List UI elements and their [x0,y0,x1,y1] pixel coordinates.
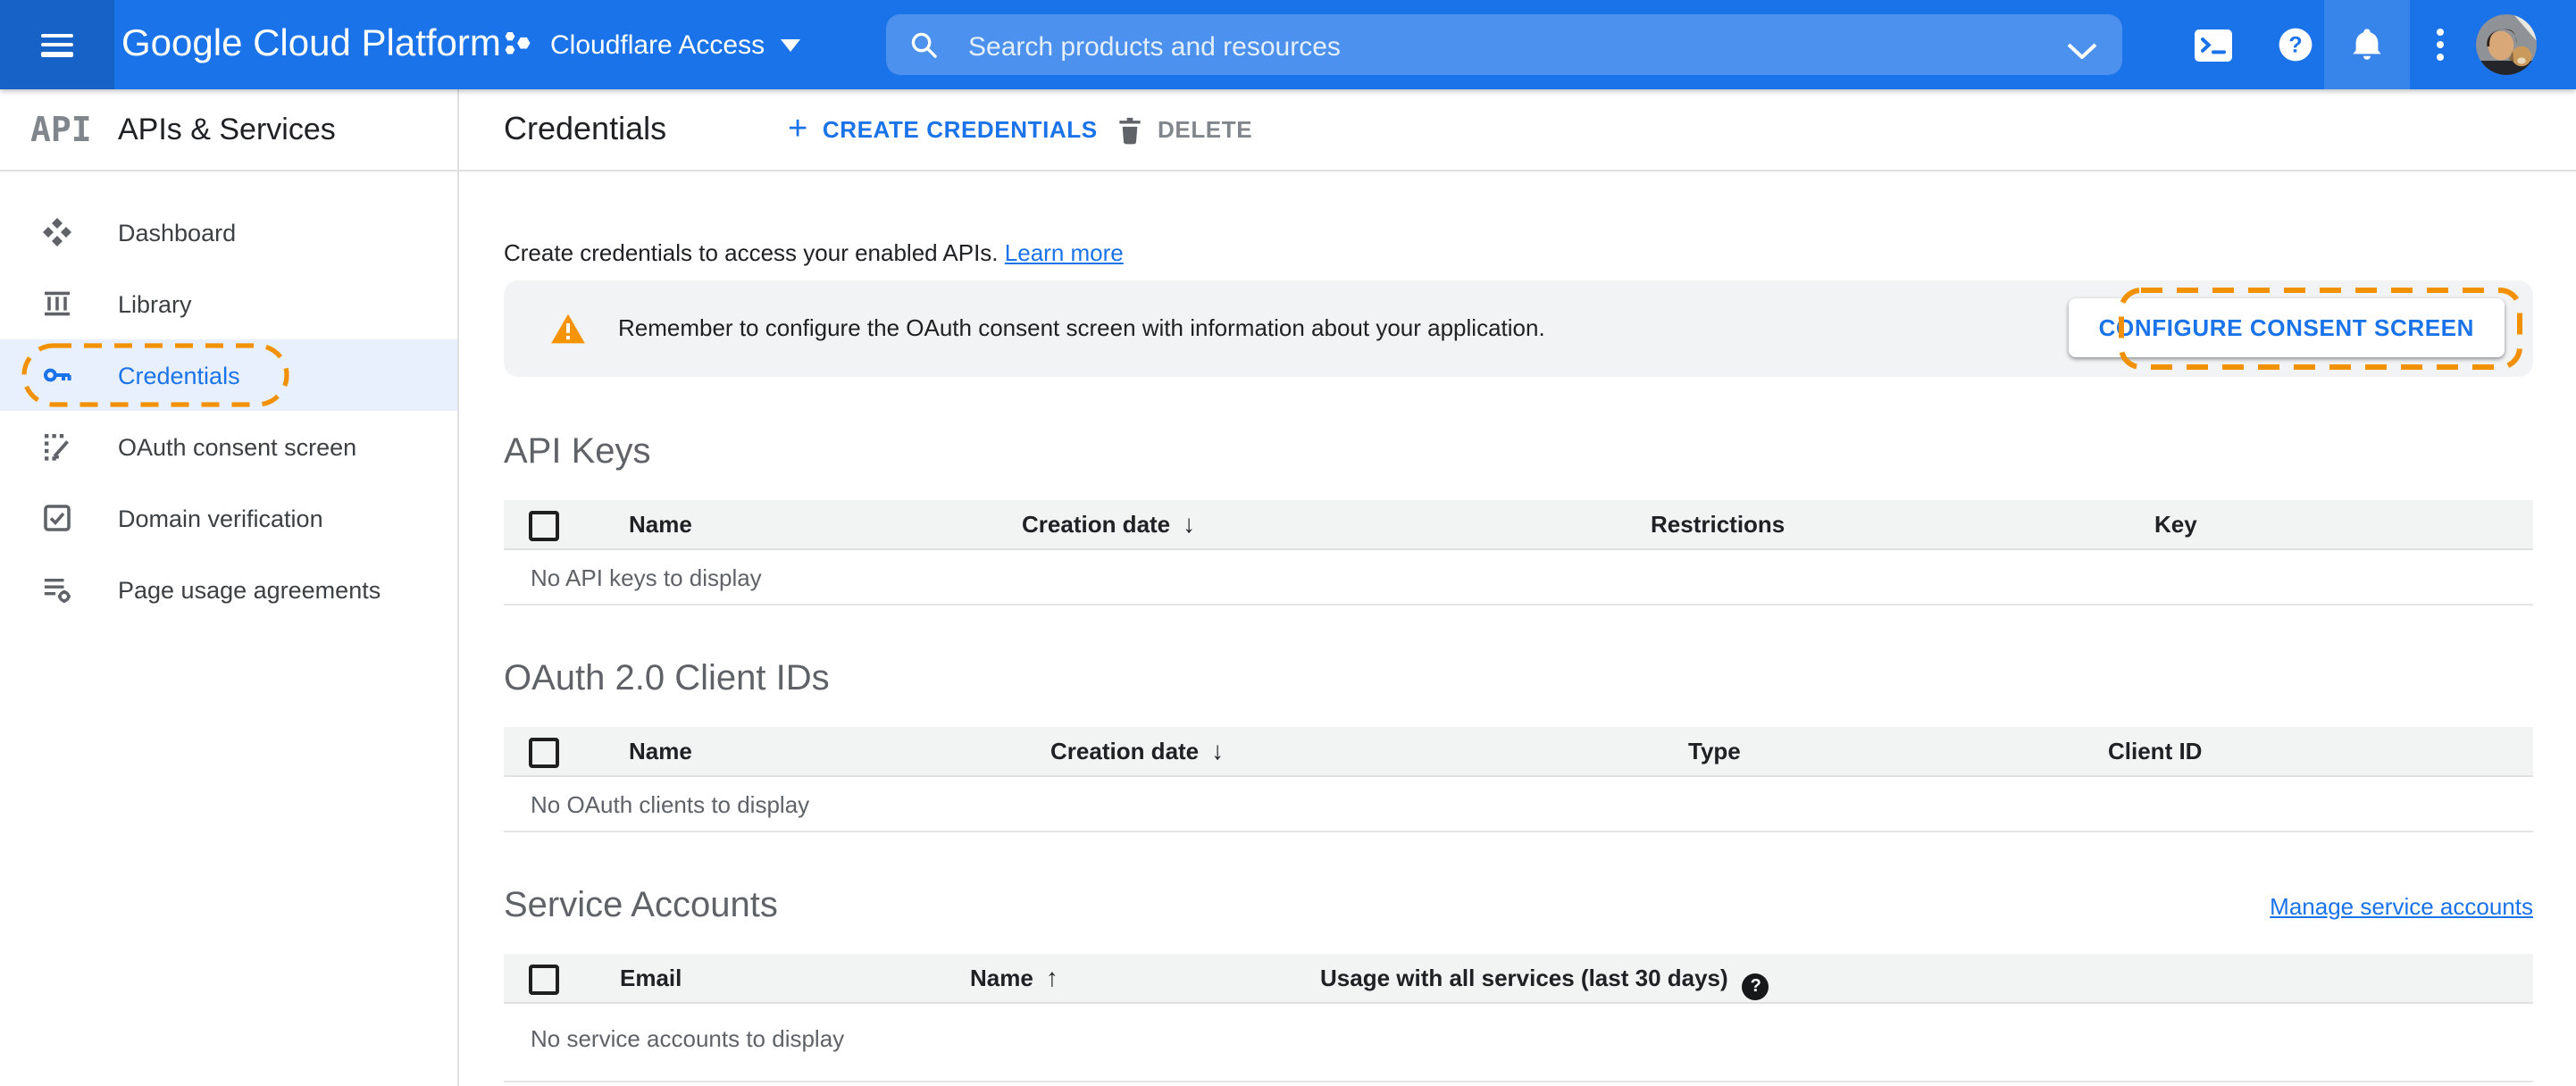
project-name: Cloudflare Access [550,29,765,60]
create-credentials-label: CREATE CREDENTIALS [822,116,1098,143]
library-icon [45,291,70,316]
app-bar: Google Cloud Platform Cloudflare Access [0,0,2576,89]
sort-descending-icon: ↓ [1183,509,1196,538]
sidebar-item-label: OAuth consent screen [118,433,357,460]
search-input[interactable] [965,14,2008,79]
service-accounts-section-header: Service Accounts Manage service accounts [504,884,2533,927]
sidebar-item-label: Credentials [118,362,240,388]
column-header-restrictions[interactable]: Restrictions [1651,500,1785,548]
oauth-clients-table-header: Name Creation date ↓ Type Client ID [504,727,2533,777]
configure-consent-screen-button[interactable]: CONFIGURE CONSENT SCREEN [2068,298,2505,357]
service-accounts-title: Service Accounts [504,886,778,925]
notifications-button[interactable] [2324,0,2410,89]
column-header-name[interactable]: Name ↑ [970,954,1058,1002]
oauth-clients-empty-message: No OAuth clients to display [504,777,2533,832]
column-header-creation-date[interactable]: Creation date ↓ [1050,727,1224,775]
sidebar-item-label: Dashboard [118,219,237,246]
key-icon [43,368,71,382]
avatar-photo [2476,14,2537,75]
learn-more-link[interactable]: Learn more [1005,239,1124,266]
page-content: Create credentials to access your enable… [459,239,2576,1082]
sidebar-item-dashboard[interactable]: Dashboard [0,196,457,268]
create-credentials-button[interactable]: + CREATE CREDENTIALS [777,89,1108,170]
notification-bell-icon [2353,29,2381,60]
select-all-checkbox[interactable] [529,965,559,995]
column-header-type[interactable]: Type [1688,727,1741,775]
usage-help-icon[interactable]: ? [1742,973,1769,1000]
select-all-checkbox[interactable] [529,738,559,768]
chevron-down-icon [2067,43,2097,60]
dashboard-icon [43,218,71,246]
svg-text:?: ? [2288,32,2302,57]
sidebar-header: API APIs & Services [0,89,457,171]
delete-button[interactable]: DELETE [1106,89,1263,170]
account-avatar[interactable] [2476,14,2537,75]
column-header-name[interactable]: Name [629,727,692,775]
page-description: Create credentials to access your enable… [504,239,2533,268]
project-dropdown-arrow-icon [781,38,801,51]
cloud-shell-button[interactable] [2172,0,2254,89]
search-expand-button[interactable] [2067,38,2097,64]
sidebar: API APIs & Services Dashboard Library Cr… [0,89,459,1086]
description-text: Create credentials to access your enable… [504,239,999,266]
column-header-key[interactable]: Key [2154,500,2197,548]
search-icon [911,32,937,58]
sidebar-nav: Dashboard Library Credentials OAuth cons… [0,171,457,625]
help-icon: ? [2279,28,2313,62]
api-keys-title: API Keys [504,432,651,472]
column-header-name[interactable]: Name [629,500,692,548]
oauth-clients-title: OAuth 2.0 Client IDs [504,659,830,698]
sidebar-item-library[interactable]: Library [0,268,457,339]
api-keys-table-header: Name Creation date ↓ Restrictions Key [504,500,2533,550]
column-header-email[interactable]: Email [620,954,682,1002]
manage-service-accounts-link[interactable]: Manage service accounts [2270,892,2533,919]
service-accounts-empty-message: No service accounts to display [504,1004,2533,1082]
sidebar-item-label: Domain verification [118,505,323,531]
delete-label: DELETE [1158,116,1253,143]
column-header-usage[interactable]: Usage with all services (last 30 days)? [1320,954,1769,1002]
api-keys-empty-message: No API keys to display [504,550,2533,606]
select-all-checkbox[interactable] [529,511,559,541]
apis-services-icon: API [30,110,92,149]
gcp-logo[interactable]: Google Cloud Platform [121,0,501,89]
column-header-client-id[interactable]: Client ID [2108,727,2202,775]
sidebar-item-oauth-consent-screen[interactable]: OAuth consent screen [0,411,457,482]
project-selector[interactable]: Cloudflare Access [502,0,801,89]
sidebar-item-label: Library [118,290,192,317]
banner-message: Remember to configure the OAuth consent … [618,314,1545,341]
more-options-button[interactable] [2399,0,2481,89]
project-hexagons-icon [505,31,531,54]
main-panel: Credentials + CREATE CREDENTIALS DELETE … [459,89,2576,1086]
sort-descending-icon: ↓ [1211,736,1225,764]
sidebar-title: APIs & Services [118,112,336,146]
sidebar-item-label: Page usage agreements [118,576,381,603]
page-usage-icon [44,578,71,603]
domain-verification-icon [44,505,71,531]
page-title: Credentials [504,111,667,146]
hamburger-icon [41,33,73,56]
trash-icon [1119,116,1141,144]
consent-warning-banner: Remember to configure the OAuth consent … [504,280,2533,377]
plus-icon: + [788,111,808,148]
api-keys-section-header: API Keys [504,430,2533,473]
sidebar-item-domain-verification[interactable]: Domain verification [0,482,457,554]
sort-ascending-icon: ↑ [1045,963,1058,991]
warning-icon [551,313,585,344]
navigation-menu-button[interactable] [0,0,114,89]
oauth-clients-section-header: OAuth 2.0 Client IDs [504,657,2533,700]
page-header: Credentials + CREATE CREDENTIALS DELETE [459,89,2576,171]
oauth-consent-icon [45,434,70,461]
service-accounts-table-header: Email Name ↑ Usage with all services (las… [504,954,2533,1004]
cloud-shell-icon [2195,29,2232,61]
gcp-console-window: Google Cloud Platform Cloudflare Access [0,0,2576,1086]
column-header-creation-date[interactable]: Creation date ↓ [1022,500,1195,548]
search-bar [886,14,2122,79]
kebab-menu-icon [2437,29,2444,61]
sidebar-item-page-usage-agreements[interactable]: Page usage agreements [0,554,457,625]
sidebar-item-credentials[interactable]: Credentials [0,339,457,411]
